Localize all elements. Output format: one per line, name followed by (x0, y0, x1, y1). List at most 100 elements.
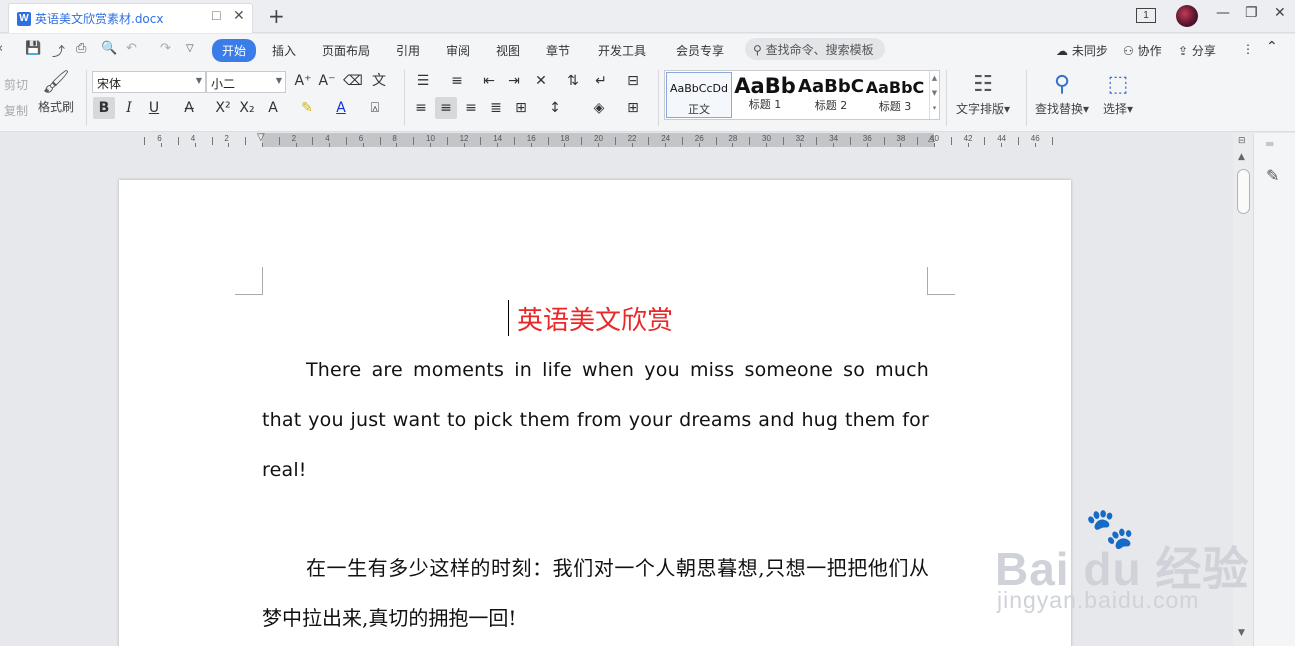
menu-section[interactable]: 章节 (546, 42, 570, 59)
bullet-list-icon[interactable]: ☰ (412, 70, 434, 92)
edit-pen-icon[interactable]: ✎ (1266, 166, 1279, 185)
clear-format-icon[interactable]: ⌫ (342, 70, 364, 92)
show-marks-icon[interactable]: ↵ (590, 70, 612, 92)
chinese-paragraph[interactable]: 在一生有多少这样的时刻：我们对一个人朝思暮想,只想一把把他们从梦中拉出来,真切的… (262, 543, 929, 643)
share-button[interactable]: ⇪ 分享 (1178, 42, 1216, 59)
distributed-align-icon[interactable]: ⊞ (510, 97, 532, 119)
ruler-tick (514, 137, 515, 145)
ruler-label: 36 (862, 134, 872, 143)
increase-indent-icon[interactable]: ⇥ (503, 70, 525, 92)
command-search[interactable]: ⚲ 查找命令、搜索模板 (745, 38, 885, 60)
copy-button[interactable]: 复制 (4, 102, 28, 119)
close-window-button[interactable]: ✕ (1274, 5, 1286, 21)
numbered-list-icon[interactable]: ≡ (446, 70, 468, 92)
document-page[interactable]: 英语美文欣赏 There are moments in life when yo… (119, 180, 1071, 646)
document-title[interactable]: 英语美文欣赏 (119, 300, 1071, 337)
chinese-layout-icon[interactable]: ✕ (530, 70, 552, 92)
sort-icon[interactable]: ⇅ (562, 70, 584, 92)
right-indent-marker[interactable]: △ (928, 134, 935, 144)
highlight-icon[interactable]: ✎ (296, 97, 318, 119)
scrollbar-thumb[interactable] (1237, 169, 1250, 214)
menu-developer[interactable]: 开发工具 (598, 42, 646, 59)
page-count-badge[interactable]: 1 (1136, 8, 1156, 23)
menu-bar: ‹ 💾 ⤴ ⎙ 🔍 ↶ ↷ ▽ 开始 插入 页面布局 引用 审阅 视图 章节 开… (0, 34, 1295, 64)
grow-font-icon[interactable]: A⁺ (292, 70, 314, 92)
ruler-tick (1018, 137, 1019, 145)
subscript-icon[interactable]: X₂ (236, 97, 258, 119)
minimize-button[interactable]: — (1216, 5, 1230, 21)
underline-button[interactable]: U (143, 97, 165, 119)
menu-references[interactable]: 引用 (396, 42, 420, 59)
baidu-jingyan-watermark: 🐾 Bai du 经验 jingyan.baidu.com (995, 505, 1295, 625)
new-tab-button[interactable]: + (268, 4, 285, 28)
superscript-icon[interactable]: X² (212, 97, 234, 119)
restore-button[interactable]: ❐ (1245, 5, 1258, 21)
chevron-left-icon[interactable]: ‹ (0, 41, 3, 56)
ruler-tick (430, 143, 431, 147)
redo-icon[interactable]: ↷ (160, 41, 171, 56)
text-effect-icon[interactable]: A (262, 97, 284, 119)
align-center-icon[interactable]: ≡ (435, 97, 457, 119)
ruler-label: 32 (795, 134, 805, 143)
ruler-tick (346, 137, 347, 145)
align-right-icon[interactable]: ≡ (460, 97, 482, 119)
print-preview-icon[interactable]: 🔍 (101, 41, 117, 56)
italic-button[interactable]: I (118, 97, 140, 119)
english-paragraph[interactable]: There are moments in life when you miss … (262, 345, 929, 495)
scroll-down-icon[interactable]: ▼ (1238, 628, 1245, 638)
split-view-icon[interactable]: ⊟ (1238, 136, 1246, 146)
sync-status[interactable]: ☁ 未同步 (1056, 42, 1108, 59)
pin-tab-icon[interactable]: ☐ (211, 9, 222, 23)
align-left-icon[interactable]: ≡ (410, 97, 432, 119)
strikethrough-icon[interactable]: A̶ (178, 97, 200, 119)
menu-home[interactable]: 开始 (212, 39, 257, 62)
phonetic-guide-icon[interactable]: 文 (368, 70, 390, 92)
menu-review[interactable]: 审阅 (446, 42, 470, 59)
first-line-indent-marker[interactable]: ▽ (257, 132, 265, 143)
font-name-select[interactable]: 宋体 ▼ (92, 71, 206, 93)
more-options-icon[interactable]: ⋮ (1242, 42, 1254, 56)
ruler-tick (766, 143, 767, 147)
horizontal-ruler[interactable]: 6 4 2 2 4 6 8 10 12 14 16 18 20 22 24 26 28 30 32 34 36 38 40 4… (140, 132, 1060, 149)
style-heading-3[interactable]: AaBbC 标题 3 (862, 72, 928, 118)
table-tool-icon[interactable]: ⊟ (622, 70, 644, 92)
style-heading-2[interactable]: AaBbC 标题 2 (798, 72, 864, 118)
shrink-font-icon[interactable]: A⁻ (316, 70, 338, 92)
borders-icon[interactable]: ⊞ (622, 97, 644, 119)
menu-view[interactable]: 视图 (496, 42, 520, 59)
share-icon: ⇪ (1178, 44, 1189, 58)
save-icon[interactable]: 💾 (25, 41, 41, 56)
menu-member[interactable]: 会员专享 (676, 42, 724, 59)
format-painter-button[interactable]: 🖌 格式刷 (38, 68, 74, 115)
ruler-tick (480, 137, 482, 145)
menu-page-layout[interactable]: 页面布局 (322, 42, 370, 59)
find-replace-button[interactable]: ⚲ 查找替换▾ (1035, 70, 1089, 117)
ruler-tick (161, 143, 163, 147)
collapse-ribbon-icon[interactable]: ⌃ (1266, 39, 1278, 55)
decrease-indent-icon[interactable]: ⇤ (478, 70, 500, 92)
drag-handle-icon[interactable]: ═ (1266, 137, 1273, 151)
styles-gallery-scroll[interactable]: ▲ ▼ ▾ (929, 71, 939, 119)
user-avatar[interactable] (1176, 5, 1198, 27)
line-spacing-icon[interactable]: ↕ (544, 97, 566, 119)
customize-quick-access-icon[interactable]: ▽ (186, 43, 194, 54)
font-color-icon[interactable]: A (330, 97, 352, 119)
font-size-select[interactable]: 小二 ▼ (206, 71, 286, 93)
justify-icon[interactable]: ≣ (485, 97, 507, 119)
select-button[interactable]: ⬚ 选择▾ (1103, 70, 1133, 117)
menu-insert[interactable]: 插入 (272, 42, 296, 59)
style-normal[interactable]: AaBbCcDd 正文 (666, 72, 732, 118)
character-border-icon[interactable]: ⍓ (364, 97, 386, 119)
undo-icon[interactable]: ↶ (126, 41, 137, 56)
scroll-up-icon[interactable]: ▲ (1238, 152, 1245, 162)
style-heading-1[interactable]: AaBb 标题 1 (732, 72, 798, 118)
close-tab-icon[interactable]: ✕ (233, 8, 245, 24)
shading-icon[interactable]: ◈ (588, 97, 610, 119)
export-icon[interactable]: ⤴ (52, 41, 65, 60)
text-layout-button[interactable]: ☷ 文字排版▾ (956, 70, 1010, 117)
cut-button[interactable]: 剪切 (4, 76, 28, 93)
print-icon[interactable]: ⎙ (76, 41, 86, 56)
bold-button[interactable]: B (93, 97, 115, 119)
document-tab[interactable]: W 英语美文欣赏素材.docx ☐ ✕ (8, 3, 253, 33)
collaborate-button[interactable]: ⚇ 协作 (1123, 42, 1162, 59)
